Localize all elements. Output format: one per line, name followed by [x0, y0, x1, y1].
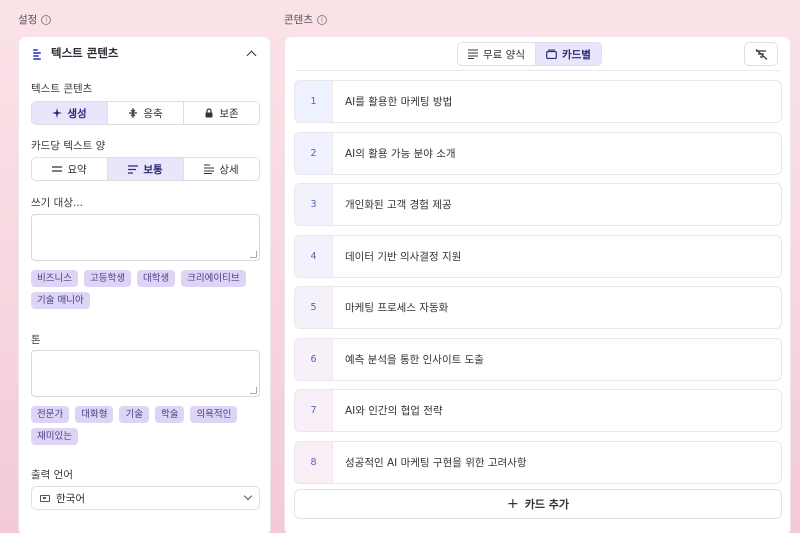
add-card-label: 카드 추가	[524, 498, 570, 511]
content-section-label: 콘텐츠 i	[284, 12, 327, 27]
option-label: 보통	[143, 163, 163, 176]
tone-chip[interactable]: 의욕적인	[190, 406, 238, 423]
view-mode-toggle: 무료 양식 카드별	[457, 42, 602, 66]
content-card[interactable]: 7 AI와 인간의 협업 전략	[294, 389, 782, 432]
language-label: 출력 언어	[31, 469, 73, 481]
option-brief[interactable]: 요약	[32, 158, 108, 180]
option-label: 응축	[143, 107, 163, 120]
info-icon[interactable]: i	[316, 14, 327, 25]
card-number: 3	[295, 184, 333, 225]
card-text[interactable]: AI를 활용한 마케팅 방법	[333, 94, 452, 109]
option-label: 카드별	[561, 48, 591, 61]
content-card[interactable]: 3 개인화된 고객 경험 제공	[294, 183, 782, 226]
option-label: 요약	[67, 163, 87, 176]
audience-chip[interactable]: 고등학생	[83, 270, 131, 287]
card-number: 5	[295, 287, 333, 328]
text-amount-segmented-control: 요약 보통 상세	[31, 157, 260, 181]
audience-chips: 비즈니스 고등학생 대학생 크리에이티브 기술 매니아	[31, 270, 263, 309]
card-text[interactable]: 개인화된 고객 경험 제공	[333, 197, 452, 212]
audience-chip[interactable]: 대학생	[136, 270, 176, 287]
audience-chip[interactable]: 크리에이티브	[181, 270, 246, 287]
condense-icon	[129, 108, 138, 118]
card-number: 4	[295, 235, 333, 277]
content-card[interactable]: 8 성공적인 AI 마케팅 구현을 위한 고려사항	[294, 440, 782, 484]
text-content-label: 텍스트 콘텐츠	[31, 83, 93, 95]
tone-chip[interactable]: 기술	[119, 406, 149, 423]
audience-chip[interactable]: 기술 매니아	[31, 292, 90, 309]
card-number: 6	[295, 338, 333, 380]
free-form-icon	[468, 49, 478, 59]
settings-section-label: 설정 i	[18, 12, 52, 27]
audience-label: 쓰기 대상...	[31, 197, 83, 209]
plus-icon: +	[506, 496, 519, 512]
card-text[interactable]: 성공적인 AI 마케팅 구현을 위한 고려사항	[333, 455, 527, 470]
lock-icon	[205, 108, 213, 118]
option-label: 무료 양식	[483, 48, 525, 61]
content-card[interactable]: 4 데이터 기반 의사결정 지원	[294, 234, 782, 278]
card-number: 7	[295, 390, 333, 431]
text-content-segmented-control: 생성 응축 보존	[31, 101, 260, 125]
audience-textarea[interactable]	[31, 214, 260, 261]
card-number: 2	[295, 132, 333, 174]
tone-chip[interactable]: 전문가	[31, 406, 70, 423]
add-card-button[interactable]: + 카드 추가	[294, 489, 782, 519]
card-text[interactable]: AI의 활용 가능 분야 소개	[333, 146, 456, 161]
chevron-up-icon[interactable]	[246, 50, 257, 60]
panel-title: 텍스트 콘텐츠	[51, 46, 119, 60]
language-value: 한국어	[56, 492, 85, 505]
panel-header[interactable]: 텍스트 콘텐츠	[19, 37, 270, 69]
option-label: 상세	[219, 163, 239, 176]
content-label: 콘텐츠	[284, 14, 313, 26]
option-free-form[interactable]: 무료 양식	[458, 43, 536, 65]
content-card[interactable]: 5 마케팅 프로세스 자동화	[294, 286, 782, 329]
settings-label: 설정	[18, 14, 38, 26]
card-text[interactable]: AI와 인간의 협업 전략	[333, 403, 443, 418]
content-panel: 무료 양식 카드별 1 AI를 활용한 마케팅 방법 2 AI의 활용 가능 분야 …	[284, 36, 791, 533]
audience-chip[interactable]: 비즈니스	[31, 270, 78, 287]
lines-short-icon	[52, 166, 63, 172]
tone-label: 톤	[31, 334, 41, 346]
tone-chips: 전문가 대화형 기술 학술 의욕적인 재미있는	[31, 406, 263, 445]
header-divider	[295, 70, 780, 71]
tone-chip[interactable]: 재미있는	[31, 428, 78, 445]
option-preserve[interactable]: 보존	[184, 102, 259, 124]
option-condense[interactable]: 응축	[108, 102, 184, 124]
sparkle-icon	[52, 108, 63, 118]
option-label: 보존	[219, 107, 239, 120]
card-number: 8	[295, 441, 333, 483]
content-card[interactable]: 6 예측 분석을 통한 인사이트 도출	[294, 337, 782, 381]
content-card[interactable]: 2 AI의 활용 가능 분야 소개	[294, 131, 782, 175]
content-card[interactable]: 1 AI를 활용한 마케팅 방법	[294, 80, 782, 123]
card-list: 1 AI를 활용한 마케팅 방법 2 AI의 활용 가능 분야 소개 3 개인화된 고…	[294, 80, 782, 519]
card-number: 1	[295, 81, 333, 122]
option-generate[interactable]: 생성	[32, 102, 108, 124]
tone-textarea[interactable]	[31, 350, 260, 397]
text-amount-label: 카드당 텍스트 양	[31, 140, 106, 152]
chevron-down-icon	[243, 491, 253, 501]
language-select[interactable]: 한국어	[31, 486, 260, 510]
settings-panel: 텍스트 콘텐츠 텍스트 콘텐츠 생성 응축 보존 카드당 텍스트 양 요약 보통…	[18, 36, 271, 533]
card-text[interactable]: 예측 분석을 통한 인사이트 도출	[333, 352, 484, 367]
option-detailed[interactable]: 상세	[184, 158, 259, 180]
lines-medium-icon	[128, 164, 139, 174]
clear-format-icon	[755, 48, 767, 60]
option-medium[interactable]: 보통	[108, 158, 184, 180]
tone-chip[interactable]: 대화형	[75, 406, 114, 423]
option-label: 생성	[67, 107, 87, 120]
lines-long-icon	[204, 164, 215, 174]
card-icon	[546, 49, 557, 59]
option-by-card[interactable]: 카드별	[535, 43, 601, 65]
clear-format-button[interactable]	[744, 42, 778, 66]
card-text[interactable]: 데이터 기반 의사결정 지원	[333, 249, 461, 264]
info-icon[interactable]: i	[41, 14, 52, 25]
text-document-icon	[31, 47, 43, 60]
tone-chip[interactable]: 학술	[154, 406, 185, 423]
language-flag-icon	[40, 494, 50, 502]
card-text[interactable]: 마케팅 프로세스 자동화	[333, 300, 448, 315]
